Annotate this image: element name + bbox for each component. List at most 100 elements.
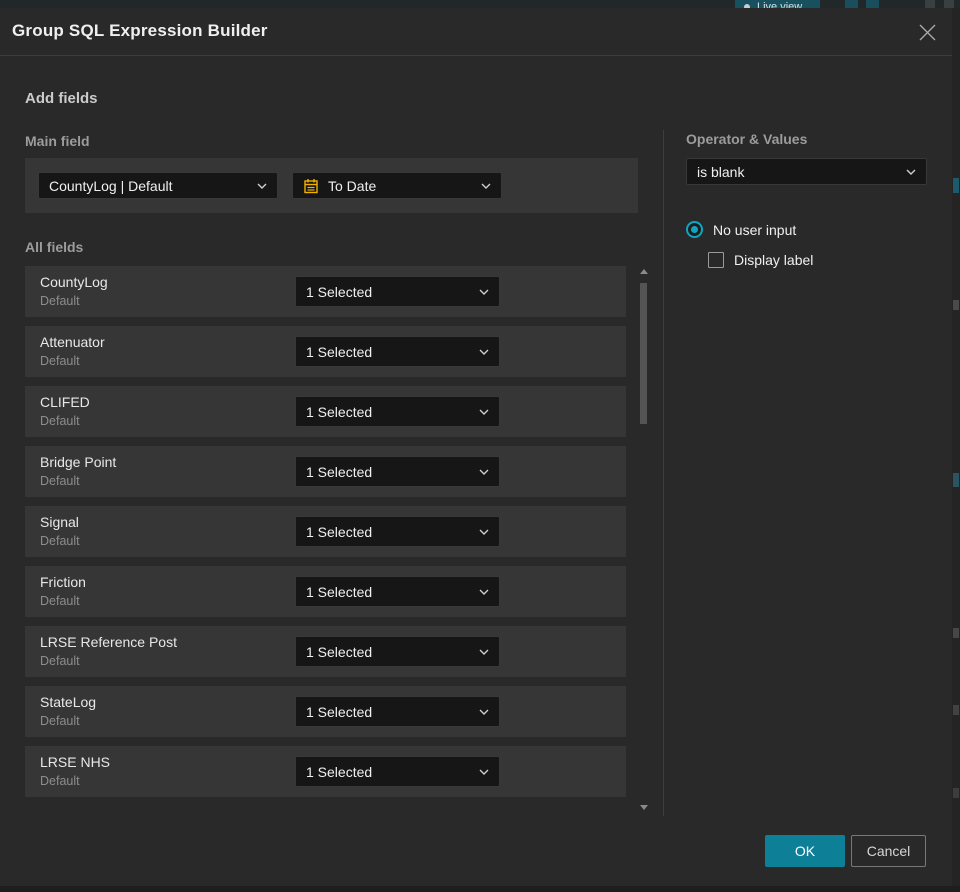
field-selection-value: 1 Selected (306, 283, 373, 300)
all-fields-list: CountyLog Default 1 Selected Attenuator … (25, 266, 626, 797)
radio-selected-icon[interactable] (686, 221, 703, 238)
live-view-label: Live view (757, 1, 803, 8)
main-field-panel: CountyLog | Default To Date (25, 158, 638, 213)
main-field-heading: Main field (25, 133, 90, 149)
operator-dropdown[interactable]: is blank (686, 158, 927, 185)
field-selection-value: 1 Selected (306, 523, 373, 540)
field-selection-dropdown[interactable]: 1 Selected (295, 336, 500, 367)
field-type: Default (40, 714, 80, 728)
main-field-dropdown-value: CountyLog | Default (49, 177, 173, 194)
background-fragment (953, 178, 959, 193)
chevron-down-icon (479, 649, 489, 655)
field-type: Default (40, 474, 80, 488)
background-fragment (953, 628, 959, 638)
field-name: Bridge Point (40, 454, 117, 470)
scroll-up-arrow-icon[interactable] (640, 269, 648, 274)
field-selection-value: 1 Selected (306, 643, 373, 660)
field-name: Attenuator (40, 334, 105, 350)
field-selection-dropdown[interactable]: 1 Selected (295, 456, 500, 487)
scrollbar-thumb[interactable] (640, 283, 647, 424)
add-fields-heading: Add fields (25, 90, 98, 107)
background-fragment (953, 473, 959, 487)
display-label-label: Display label (734, 252, 814, 268)
checkbox-unchecked-icon[interactable] (708, 252, 724, 268)
chevron-down-icon (479, 409, 489, 415)
chevron-down-icon (906, 169, 916, 175)
chevron-down-icon (257, 183, 267, 189)
field-selection-value: 1 Selected (306, 703, 373, 720)
background-fragment (953, 300, 959, 310)
scroll-down-arrow-icon[interactable] (640, 805, 648, 810)
panel-divider (663, 130, 664, 816)
field-row: CLIFED Default 1 Selected (25, 386, 626, 437)
field-selection-dropdown[interactable]: 1 Selected (295, 576, 500, 607)
field-selection-dropdown[interactable]: 1 Selected (295, 276, 500, 307)
toolbar-icon-fragment (866, 0, 879, 8)
chevron-down-icon (479, 769, 489, 775)
main-field-date-dropdown[interactable]: To Date (292, 172, 502, 199)
field-name: Friction (40, 574, 86, 590)
field-name: LRSE NHS (40, 754, 111, 770)
list-scrollbar[interactable] (640, 264, 648, 813)
field-name: StateLog (40, 694, 97, 710)
dialog-header: Group SQL Expression Builder (0, 8, 952, 56)
main-field-date-value: To Date (328, 177, 377, 194)
field-selection-dropdown[interactable]: 1 Selected (295, 396, 500, 427)
field-row: Signal Default 1 Selected (25, 506, 626, 557)
chevron-down-icon (479, 589, 489, 595)
live-view-toggle: Live view (735, 0, 820, 8)
close-button[interactable] (914, 19, 940, 45)
field-row: LRSE Reference Post Default 1 Selected (25, 626, 626, 677)
no-user-input-label: No user input (713, 221, 797, 238)
field-selection-value: 1 Selected (306, 583, 373, 600)
close-icon (919, 24, 935, 40)
chevron-down-icon (479, 709, 489, 715)
chevron-down-icon (479, 469, 489, 475)
toolbar-icon-fragment (845, 0, 858, 8)
operator-value: is blank (697, 163, 745, 180)
field-type: Default (40, 534, 80, 548)
field-type: Default (40, 354, 80, 368)
operator-values-heading: Operator & Values (686, 131, 808, 147)
main-field-dropdown[interactable]: CountyLog | Default (38, 172, 278, 199)
calendar-icon (303, 178, 319, 194)
all-fields-heading: All fields (25, 239, 84, 255)
field-row: Attenuator Default 1 Selected (25, 326, 626, 377)
field-selection-value: 1 Selected (306, 463, 373, 480)
cancel-button[interactable]: Cancel (851, 835, 926, 867)
app-right-panel-backdrop (952, 8, 960, 886)
field-row: CountyLog Default 1 Selected (25, 266, 626, 317)
field-row: Bridge Point Default 1 Selected (25, 446, 626, 497)
field-row: Friction Default 1 Selected (25, 566, 626, 617)
app-bottom-backdrop (0, 886, 960, 892)
field-selection-dropdown[interactable]: 1 Selected (295, 636, 500, 667)
field-row: StateLog Default 1 Selected (25, 686, 626, 737)
toolbar-icon-fragment (925, 0, 935, 8)
field-name: LRSE Reference Post (40, 634, 177, 650)
field-name: CountyLog (40, 274, 108, 290)
field-selection-value: 1 Selected (306, 403, 373, 420)
chevron-down-icon (479, 529, 489, 535)
display-label-option[interactable]: Display label (708, 252, 813, 268)
no-user-input-option[interactable]: No user input (686, 221, 796, 238)
chevron-down-icon (479, 289, 489, 295)
chevron-down-icon (481, 183, 491, 189)
background-fragment (953, 705, 959, 715)
field-row: LRSE NHS Default 1 Selected (25, 746, 626, 797)
field-selection-dropdown[interactable]: 1 Selected (295, 756, 500, 787)
field-selection-value: 1 Selected (306, 763, 373, 780)
field-type: Default (40, 414, 80, 428)
field-name: Signal (40, 514, 79, 530)
field-type: Default (40, 294, 80, 308)
chevron-down-icon (479, 349, 489, 355)
toolbar-icon-fragment (944, 0, 954, 8)
field-selection-dropdown[interactable]: 1 Selected (295, 516, 500, 547)
field-type: Default (40, 594, 80, 608)
field-type: Default (40, 774, 80, 788)
field-name: CLIFED (40, 394, 90, 410)
group-sql-expression-builder-dialog: Group SQL Expression Builder Add fields … (0, 8, 952, 886)
dialog-title: Group SQL Expression Builder (12, 21, 268, 40)
field-type: Default (40, 654, 80, 668)
ok-button[interactable]: OK (765, 835, 845, 867)
field-selection-dropdown[interactable]: 1 Selected (295, 696, 500, 727)
